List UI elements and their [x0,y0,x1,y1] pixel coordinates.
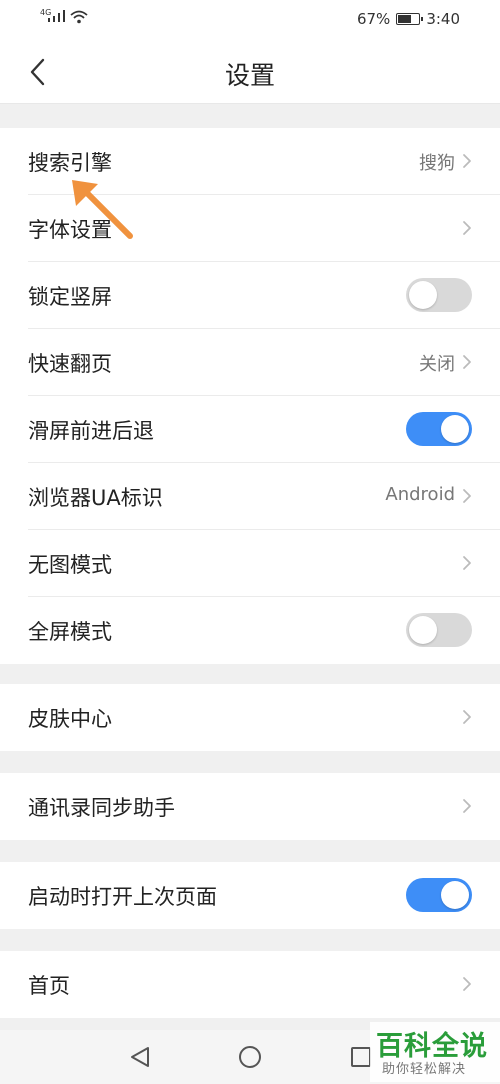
settings-row[interactable]: 浏览器UA标识 Android [28,463,500,530]
recents-square-icon[interactable] [351,1047,371,1067]
settings-row-label: 快速翻页 [28,352,112,376]
settings-group: 首页 [0,951,500,1018]
settings-row[interactable]: 锁定竖屏 [28,262,500,329]
chevron-right-icon [463,710,471,724]
settings-row[interactable]: 滑屏前进后退 [28,396,500,463]
battery-percent: 67% [356,10,391,28]
settings-row-label: 浏览器UA标识 [28,486,163,510]
settings-row-value: Android [385,484,455,505]
toggle-switch[interactable] [406,613,472,647]
settings-row[interactable]: 首页 [28,951,500,1018]
settings-row[interactable]: 全屏模式 [28,597,500,664]
back-triangle-icon[interactable] [130,1046,150,1068]
settings-row[interactable]: 快速翻页 关闭 [28,329,500,396]
chevron-right-icon [463,355,471,369]
status-bar: 4G 67% 3:40 [0,0,500,40]
settings-row[interactable]: 皮肤中心 [28,684,500,751]
toggle-knob [441,415,469,443]
toggle-knob [409,616,437,644]
toggle-switch[interactable] [406,412,472,446]
watermark-logo: 百科全说 助你轻松解决 [370,1022,500,1082]
cellular-signal-icon: 4G [40,8,65,22]
settings-row-label: 皮肤中心 [28,707,112,731]
toggle-switch[interactable] [406,278,472,312]
page-title: 设置 [224,61,275,90]
app-header: 设置 [0,40,500,104]
settings-group: 皮肤中心 [0,684,500,751]
network-type-label: 4G [40,8,52,17]
settings-row-value: 搜狗 [419,153,455,174]
toggle-switch[interactable] [406,878,472,912]
toggle-knob [441,881,469,909]
settings-row-label: 搜索引擎 [28,151,112,175]
settings-row[interactable]: 通讯录同步助手 [28,773,500,840]
clock: 3:40 [426,10,460,28]
settings-row[interactable]: 无图模式 [28,530,500,597]
chevron-right-icon [463,799,471,813]
watermark-sub-text: 助你轻松解决 [382,1062,467,1077]
battery-icon [396,13,424,25]
chevron-right-icon [463,977,471,991]
wifi-icon [70,10,88,24]
home-circle-icon[interactable] [239,1046,261,1068]
settings-row[interactable]: 启动时打开上次页面 [28,862,500,929]
settings-group: 启动时打开上次页面 [0,862,500,929]
settings-row-label: 首页 [28,974,70,998]
settings-row-label: 全屏模式 [28,620,112,644]
chevron-left-icon[interactable] [22,54,58,90]
chevron-right-icon [463,556,471,570]
chevron-right-icon [463,221,471,235]
settings-group: 通讯录同步助手 [0,773,500,840]
chevron-right-icon [463,154,471,168]
annotation-arrow-icon [72,180,133,239]
chevron-right-icon [463,489,471,503]
settings-row-label: 滑屏前进后退 [28,419,154,443]
settings-row-label: 通讯录同步助手 [28,796,175,820]
settings-row-label: 锁定竖屏 [28,285,112,309]
settings-row-label: 启动时打开上次页面 [28,885,217,909]
settings-row-value: 关闭 [419,354,455,375]
toggle-knob [409,281,437,309]
settings-row-label: 无图模式 [28,553,112,577]
